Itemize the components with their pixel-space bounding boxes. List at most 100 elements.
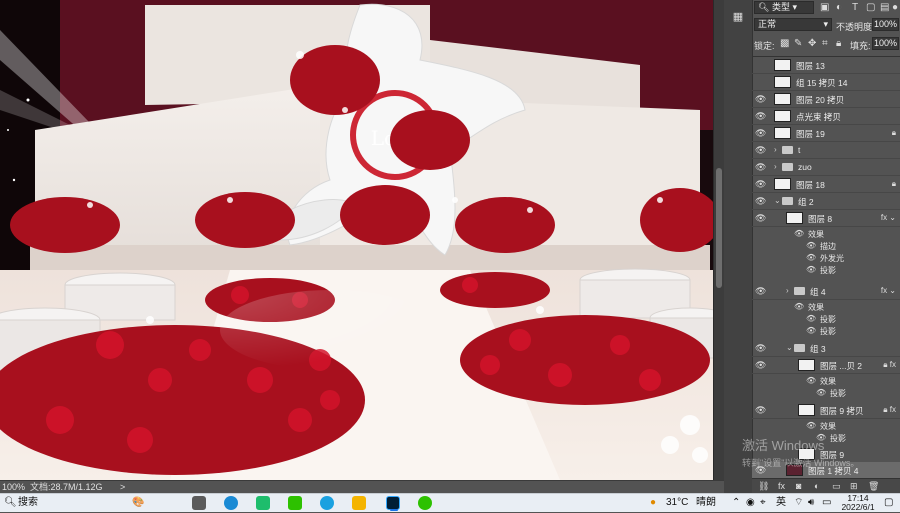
eye-icon[interactable]: 👁︎: [806, 376, 816, 385]
layer-row[interactable]: 👁︎ 图层 20 拷贝: [752, 91, 900, 108]
eye-icon[interactable]: 👁︎: [755, 465, 766, 476]
eye-icon[interactable]: 👁︎: [755, 179, 766, 190]
blend-mode-select[interactable]: 正常 ▾: [754, 18, 832, 31]
fx-lock-icon[interactable]: 🔒︎ fx: [883, 360, 896, 370]
effect-item[interactable]: 👁︎ 描边: [752, 240, 900, 252]
smart-filter-icon[interactable]: ▤: [880, 2, 889, 13]
effect-item[interactable]: 👁︎ 投影: [752, 325, 900, 337]
eye-icon[interactable]: 👁︎: [794, 302, 804, 311]
opacity-input[interactable]: 100%: [872, 18, 899, 31]
eye-icon[interactable]: 👁︎: [755, 162, 766, 173]
lock-all-icon[interactable]: 🔒︎: [836, 38, 841, 49]
eye-icon[interactable]: 👁︎: [806, 241, 816, 250]
layer-group-row[interactable]: 👁︎ › 组 4 fx ⌄: [752, 283, 900, 300]
weather-text[interactable]: 晴朗: [696, 496, 716, 510]
fx-icon[interactable]: fx ⌄: [881, 213, 896, 222]
effect-item[interactable]: 👁︎ 投影: [752, 313, 900, 325]
fx-lock-icon[interactable]: 🔒︎ fx: [883, 405, 896, 415]
eye-icon[interactable]: 👁︎: [794, 229, 804, 238]
lock-artboard-icon[interactable]: ⌗: [822, 38, 828, 49]
mask-icon[interactable]: ◙: [796, 481, 801, 491]
effect-item[interactable]: 👁︎ 投影: [752, 432, 900, 444]
notification-icon[interactable]: ▢: [884, 496, 893, 510]
taskbar-search-label[interactable]: 搜索: [18, 496, 38, 510]
chevron-right-icon[interactable]: ›: [774, 162, 777, 171]
chevron-up-icon[interactable]: ⌃: [732, 496, 740, 510]
visibility-toggle-empty[interactable]: [755, 60, 758, 70]
wifi-icon[interactable]: ⌔: [794, 496, 803, 510]
layer-row[interactable]: 图层 13: [752, 57, 900, 74]
image-filter-icon[interactable]: ▣: [820, 2, 829, 13]
layer-row-selected[interactable]: 👁︎ 图层 1 拷贝 4: [752, 462, 900, 479]
eye-icon[interactable]: 👁︎: [755, 405, 766, 416]
eye-icon[interactable]: 👁︎: [806, 314, 816, 323]
visibility-toggle-empty[interactable]: [755, 449, 758, 459]
eye-icon[interactable]: 👁︎: [816, 388, 826, 397]
wechat-tray-icon[interactable]: ◉: [746, 496, 755, 510]
eye-icon[interactable]: 👁︎: [755, 286, 766, 297]
eye-icon[interactable]: 👁︎: [755, 360, 766, 371]
trash-icon[interactable]: 🗑︎: [868, 481, 879, 492]
photoshop-icon[interactable]: [386, 496, 400, 511]
chevron-down-icon[interactable]: ⌄: [774, 196, 781, 205]
layer-group-row[interactable]: 👁︎ ⌄ 组 3: [752, 340, 900, 357]
layer-row[interactable]: 👁︎ 点光束 拷贝: [752, 108, 900, 125]
temperature[interactable]: 31°C: [666, 496, 688, 510]
task-view-icon[interactable]: [192, 496, 206, 510]
layer-group-row[interactable]: 👁︎ ⌄ 组 2: [752, 193, 900, 210]
layer-filter-select[interactable]: 🔍︎ 类型 ▾: [754, 1, 814, 14]
eye-icon[interactable]: 👁︎: [755, 94, 766, 105]
layer-row[interactable]: 👁︎ 图层 ...贝 2 🔒︎ fx: [752, 357, 900, 374]
layer-row[interactable]: 组 15 拷贝 14: [752, 74, 900, 91]
file-explorer-icon[interactable]: [352, 496, 366, 510]
visibility-toggle-empty[interactable]: [755, 77, 758, 87]
edge-icon[interactable]: [224, 496, 238, 510]
eye-icon[interactable]: 👁︎: [806, 253, 816, 262]
eye-icon[interactable]: 👁︎: [806, 265, 816, 274]
clock[interactable]: 17:14 2022/6/1: [838, 494, 878, 513]
layer-row[interactable]: 👁︎ 图层 8 fx ⌄: [752, 210, 900, 227]
eye-icon[interactable]: 👁︎: [806, 421, 816, 430]
search-highlight-icon[interactable]: 🎨: [132, 496, 144, 510]
eye-icon[interactable]: 👁︎: [806, 326, 816, 335]
chevron-right-icon[interactable]: ›: [774, 145, 777, 154]
type-filter-icon[interactable]: T: [852, 2, 858, 13]
filter-toggle-icon[interactable]: ●: [892, 2, 898, 13]
lock-brush-icon[interactable]: ✎: [794, 38, 802, 49]
ime-indicator[interactable]: 英: [776, 496, 786, 510]
lock-position-icon[interactable]: ✥: [808, 38, 816, 49]
wechat-chat-icon[interactable]: [418, 496, 432, 510]
link-icon[interactable]: ⛓: [758, 481, 769, 492]
eye-icon[interactable]: 👁︎: [755, 196, 766, 207]
effect-item[interactable]: 👁︎ 投影: [752, 264, 900, 276]
weather-icon[interactable]: ●: [650, 496, 656, 510]
layer-row[interactable]: 👁︎ 图层 19 🔒︎: [752, 125, 900, 142]
lock-pixels-icon[interactable]: ▩: [780, 38, 789, 49]
fx-icon[interactable]: fx ⌄: [881, 286, 896, 295]
adjustment-layer-icon[interactable]: ◐: [814, 481, 819, 491]
layer-row[interactable]: 👁︎ 图层 18 🔒︎: [752, 176, 900, 193]
effect-item[interactable]: 👁︎ 投影: [752, 387, 900, 399]
layer-row[interactable]: 图层 9: [752, 446, 900, 463]
wechat-icon[interactable]: [288, 496, 302, 510]
chevron-right-icon[interactable]: ›: [786, 286, 789, 295]
new-group-icon[interactable]: ▭: [832, 481, 841, 492]
app-icon[interactable]: [256, 496, 270, 510]
eye-icon[interactable]: 👁︎: [755, 145, 766, 156]
eye-icon[interactable]: 👁︎: [816, 433, 826, 442]
scroll-thumb[interactable]: [716, 168, 722, 288]
fill-input[interactable]: 100%: [872, 37, 899, 50]
shape-filter-icon[interactable]: ▢: [866, 2, 875, 13]
eye-icon[interactable]: 👁︎: [755, 111, 766, 122]
chevron-down-icon[interactable]: ⌄: [786, 343, 793, 352]
search-icon[interactable]: 🔍︎: [4, 496, 17, 510]
fx-button[interactable]: fx: [778, 481, 785, 491]
eye-icon[interactable]: 👁︎: [755, 213, 766, 224]
edge-alt-icon[interactable]: [320, 496, 334, 510]
layer-group-row[interactable]: 👁︎ › t: [752, 142, 900, 159]
layer-group-row[interactable]: 👁︎ › zuo: [752, 159, 900, 176]
eye-icon[interactable]: 👁︎: [755, 128, 766, 139]
volume-icon[interactable]: 🔊︎: [808, 496, 814, 510]
layer-row[interactable]: 👁︎ 图层 9 拷贝 🔒︎ fx: [752, 402, 900, 419]
adjust-filter-icon[interactable]: ◐: [836, 2, 842, 13]
